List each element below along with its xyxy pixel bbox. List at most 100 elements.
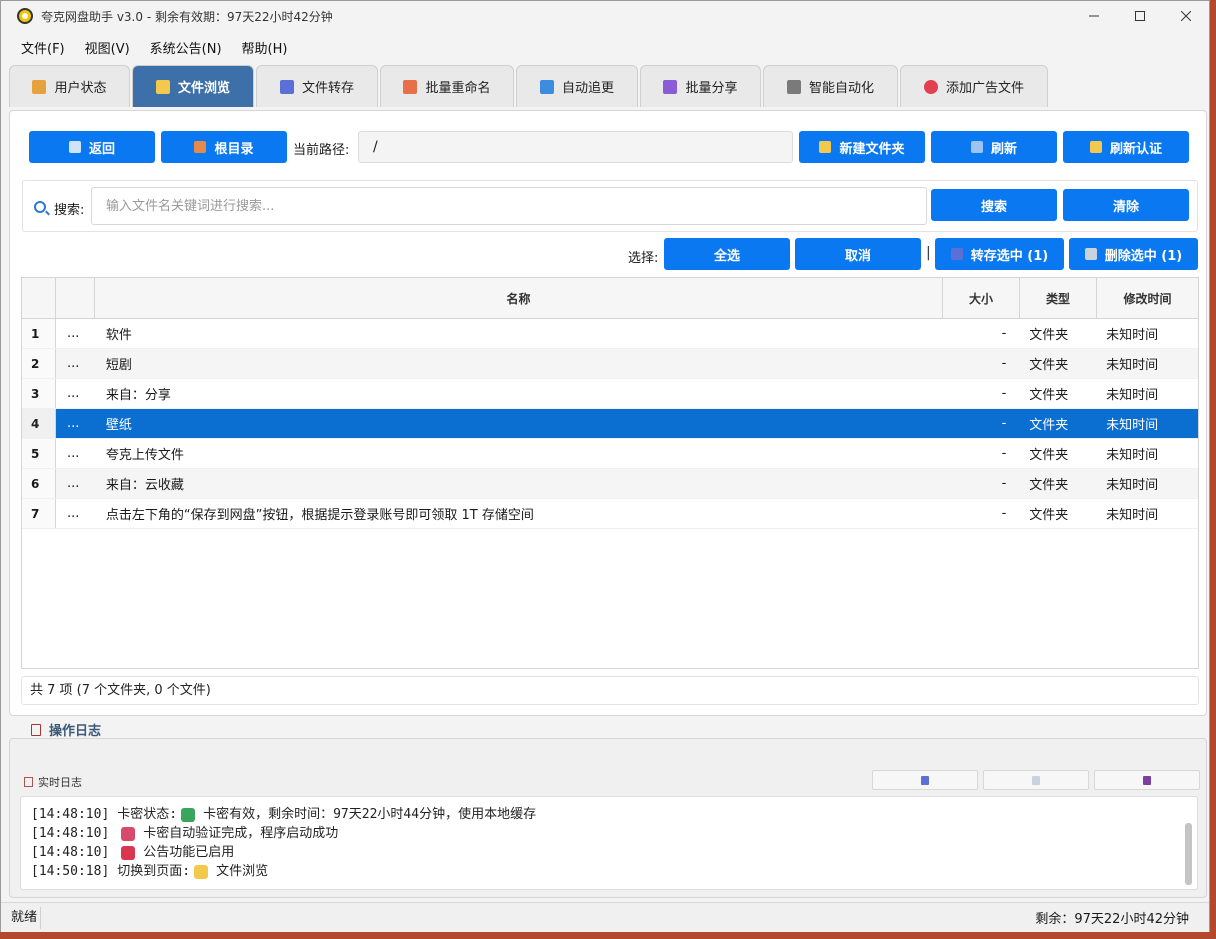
tab-label: 批量重命名 <box>425 81 491 96</box>
export-icon <box>921 775 929 785</box>
tab-batch-rename[interactable]: 批量重命名 <box>380 65 514 107</box>
refresh-icon <box>539 79 554 94</box>
row-name: 壁纸 <box>94 409 942 438</box>
transfer-selected-button[interactable]: 转存选中 (1) <box>935 238 1064 270</box>
row-actions[interactable]: ... <box>56 469 95 498</box>
row-name: 短剧 <box>105 358 132 373</box>
menu-view[interactable]: 视图(V) <box>75 38 140 57</box>
save-log-button[interactable] <box>1094 770 1200 790</box>
status-ready: 就绪 <box>1 906 41 929</box>
header-size[interactable]: 大小 <box>943 278 1020 318</box>
export-log-button[interactable] <box>872 770 978 790</box>
tab-auto-update[interactable]: 自动追更 <box>516 65 638 107</box>
row-actions[interactable]: ... <box>55 409 95 438</box>
app-logo-icon <box>17 8 33 24</box>
folder-icon <box>194 864 209 879</box>
row-size: - <box>1001 476 1007 491</box>
table-row[interactable]: 5... 夸克上传文件 - 文件夹 未知时间 <box>22 439 1198 469</box>
close-button[interactable] <box>1163 1 1209 31</box>
minimize-button[interactable] <box>1071 1 1117 31</box>
realtime-log-label: 实时日志 <box>24 774 82 790</box>
tab-file-browse[interactable]: 文件浏览 <box>132 65 254 107</box>
back-arrow-icon <box>68 141 81 153</box>
cancel-selection-button[interactable]: 取消 <box>795 238 921 270</box>
delete-selected-button[interactable]: 删除选中 (1) <box>1069 238 1198 270</box>
log-lines: [14:48:10] 卡密状态: 卡密有效，剩余时间：97天22小时44分钟，使用本… <box>31 805 1197 881</box>
file-table: 名称 大小 类型 修改时间 1... 软件 - 文件夹 未知时间 2... 短剧 - 文件夹 未知… <box>21 277 1199 669</box>
search-button[interactable]: 搜索 <box>931 189 1057 221</box>
row-mtime: 未知时间 <box>1106 508 1159 523</box>
refresh-label: 刷新 <box>990 141 1017 157</box>
trash-icon <box>1084 248 1097 260</box>
header-name[interactable]: 名称 <box>95 278 943 318</box>
save-icon <box>1143 775 1151 785</box>
row-actions[interactable]: ... <box>56 379 95 408</box>
clear-button-label: 清除 <box>1112 199 1139 215</box>
row-actions[interactable]: ... <box>56 499 95 528</box>
refresh-button[interactable]: 刷新 <box>931 131 1057 163</box>
row-size: - <box>1001 356 1007 371</box>
row-mtime: 未知时间 <box>1106 388 1159 403</box>
row-mtime: 未知时间 <box>1106 328 1159 343</box>
realtime-log-text: 实时日志 <box>38 776 82 789</box>
row-index: 5 <box>22 439 56 468</box>
row-actions[interactable]: ... <box>56 349 95 378</box>
maximize-button[interactable] <box>1117 1 1163 31</box>
header-mtime[interactable]: 修改时间 <box>1097 278 1198 318</box>
menu-help[interactable]: 帮助(H) <box>232 38 298 57</box>
table-row[interactable]: 2... 短剧 - 文件夹 未知时间 <box>22 349 1198 379</box>
table-row[interactable]: 1... 软件 - 文件夹 未知时间 <box>22 319 1198 349</box>
tab-label: 文件浏览 <box>177 81 230 96</box>
menu-announcement[interactable]: 系统公告(N) <box>140 38 232 57</box>
item-count-summary: 共 7 项 (7 个文件夹, 0 个文件) <box>21 676 1199 705</box>
tab-file-transfer[interactable]: 文件转存 <box>256 65 378 107</box>
current-path-field[interactable]: / <box>358 131 793 163</box>
window-controls <box>1071 1 1209 31</box>
new-folder-button[interactable]: 新建文件夹 <box>799 131 925 163</box>
row-type: 文件夹 <box>1029 358 1069 373</box>
menu-file[interactable]: 文件(F) <box>11 38 75 57</box>
transfer-icon <box>279 79 294 94</box>
folder-icon <box>819 141 832 153</box>
transfer-icon <box>950 248 963 260</box>
folder-icon <box>155 79 170 94</box>
header-type[interactable]: 类型 <box>1020 278 1097 318</box>
table-row[interactable]: 4... 壁纸 - 文件夹 未知时间 <box>22 409 1198 439</box>
row-actions[interactable]: ... <box>56 439 95 468</box>
tab-smart-automation[interactable]: 智能自动化 <box>763 65 898 107</box>
row-actions[interactable]: ... <box>56 319 95 348</box>
log-scrollbar[interactable] <box>1184 805 1192 885</box>
back-button[interactable]: 返回 <box>29 131 155 163</box>
select-all-button[interactable]: 全选 <box>664 238 790 270</box>
log-scroll-thumb[interactable] <box>1185 823 1192 885</box>
trash-icon <box>1032 775 1040 785</box>
root-button-label: 根目录 <box>214 141 254 157</box>
maximize-icon <box>1135 11 1145 21</box>
file-browser-panel: 返回 根目录 当前路径: / 新建文件夹 刷新 刷新认证 搜索: 搜索 清 <box>9 110 1207 716</box>
root-button[interactable]: 根目录 <box>161 131 287 163</box>
clear-button[interactable]: 清除 <box>1063 189 1189 221</box>
row-size: - <box>1001 386 1007 401</box>
search-input[interactable] <box>91 187 927 225</box>
search-icon <box>34 201 46 213</box>
tab-label: 智能自动化 <box>808 81 874 96</box>
close-icon <box>1181 11 1191 21</box>
tab-add-ad-file[interactable]: 添加广告文件 <box>900 65 1048 107</box>
log-output[interactable]: [14:48:10] 卡密状态: 卡密有效，剩余时间：97天22小时44分钟，使用本… <box>20 796 1198 890</box>
key-icon <box>1089 141 1102 153</box>
table-row[interactable]: 6... 来自：云收藏 - 文件夹 未知时间 <box>22 469 1198 499</box>
row-index: 2 <box>22 349 56 378</box>
reauth-button[interactable]: 刷新认证 <box>1063 131 1189 163</box>
clear-log-button[interactable] <box>983 770 1089 790</box>
tab-user-status[interactable]: 用户状态 <box>9 65 130 107</box>
row-size: - <box>1001 326 1007 341</box>
app-window: 夸克网盘助手 v3.0 - 剩余有效期：97天22小时42分钟 文件(F) 视图… <box>0 0 1210 932</box>
cancel-selection-label: 取消 <box>844 248 871 264</box>
table-row[interactable]: 7... 点击左下角的“保存到网盘”按钮，根据提示登录账号即可领取 1T 存储空间… <box>22 499 1198 529</box>
table-header: 名称 大小 类型 修改时间 <box>22 278 1198 319</box>
transfer-selected-label: 转存选中 (1) <box>970 248 1049 264</box>
row-index: 1 <box>22 319 56 348</box>
table-row[interactable]: 3... 来自：分享 - 文件夹 未知时间 <box>22 379 1198 409</box>
row-name: 夸克上传文件 <box>105 448 184 463</box>
tab-batch-share[interactable]: 批量分享 <box>640 65 761 107</box>
